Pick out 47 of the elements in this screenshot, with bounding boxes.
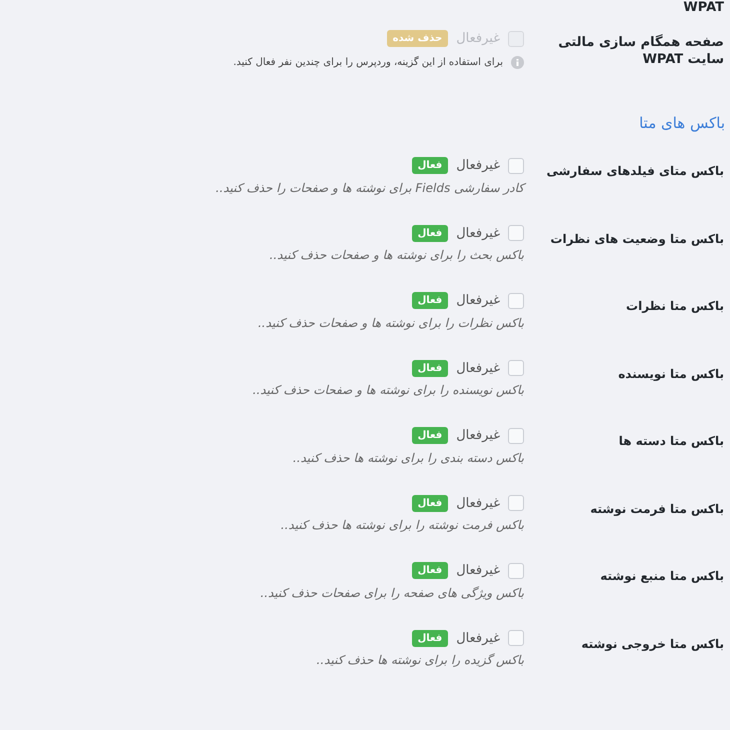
setting-label: باکس متای فیلدهای سفارشی	[545, 163, 724, 180]
checkbox[interactable]	[508, 428, 524, 444]
description-text: باکس نویسنده را برای نوشته ها و صفحات حذف کنید..	[252, 382, 524, 399]
status-badge: فعال	[412, 157, 448, 174]
setting-label: باکس متا نظرات	[625, 298, 724, 315]
status-badge: فعال	[412, 224, 448, 242]
description-text: باکس دسته بندی را برای نوشته ها حذف کنید..	[292, 450, 524, 466]
checkbox[interactable]	[508, 158, 524, 174]
checkbox[interactable]	[508, 292, 524, 309]
status-badge: فعال	[412, 562, 448, 580]
description-text: باکس نظرات را برای نوشته ها و صفحات حذف کنید..	[258, 314, 524, 332]
description-text: کادر سفارشی Fields برای نوشته ها و صفحات را حذف کنید..	[216, 178, 524, 196]
toggle-label: غیرفعال	[456, 630, 500, 648]
checkbox[interactable]	[508, 360, 524, 376]
setting-label: باکس متا وضعیت های نظرات	[549, 230, 724, 248]
toggle-label: غیرفعال	[456, 494, 500, 512]
description-text: باکس بحث را برای نوشته ها و صفحات حذف کنید..	[270, 247, 524, 264]
description-text: باکس گزیده را برای نوشته ها حذف کنید..	[316, 652, 524, 669]
status-badge: فعال	[412, 494, 448, 512]
checkbox[interactable]	[508, 562, 524, 579]
toggle-label: غیرفعال	[456, 157, 500, 175]
description-text: باکس فرمت نوشته را برای نوشته ها حذف کنید..	[280, 517, 524, 534]
checkbox[interactable]	[508, 630, 524, 646]
setting-label: باکس متا فرمت نوشته	[589, 500, 724, 518]
setting-label: باکس متا خروجی نوشته	[580, 636, 724, 653]
toggle-label: غیرفعال	[456, 292, 500, 310]
status-badge: فعال	[412, 427, 448, 444]
status-badge: فعال	[412, 630, 448, 647]
description-text: باکس ویژگی های صفحه را برای صفحات حذف کنید..	[260, 584, 524, 602]
setting-label: باکس متا منبع نوشته	[599, 568, 724, 585]
setting-label: باکس متا دسته ها	[618, 433, 724, 450]
status-badge: حذف شده	[386, 30, 448, 48]
section-title: باکس های متا	[638, 112, 725, 134]
checkbox[interactable]	[508, 495, 524, 512]
setting-label: باکس متا نویسنده	[617, 366, 724, 383]
setting-label: صفحه همگام سازی مالتی سایت WPAT	[557, 33, 724, 69]
help-text: برای استفاده از این گزینه، وردپرس را برای چندین نفر فعال کنید.	[233, 55, 503, 70]
toggle-label: غیرفعال	[456, 360, 500, 378]
toggle-label: غیرفعال	[456, 224, 500, 242]
status-badge: فعال	[412, 360, 448, 377]
status-badge: فعال	[412, 292, 448, 310]
toggle-label: غیرفعال	[456, 562, 500, 580]
info-icon	[511, 56, 524, 68]
checkbox[interactable]	[508, 225, 524, 242]
setting-label: WPAT	[682, 0, 724, 15]
toggle-label: غیرفعال	[456, 427, 500, 445]
toggle-label: غیرفعال	[456, 30, 500, 48]
